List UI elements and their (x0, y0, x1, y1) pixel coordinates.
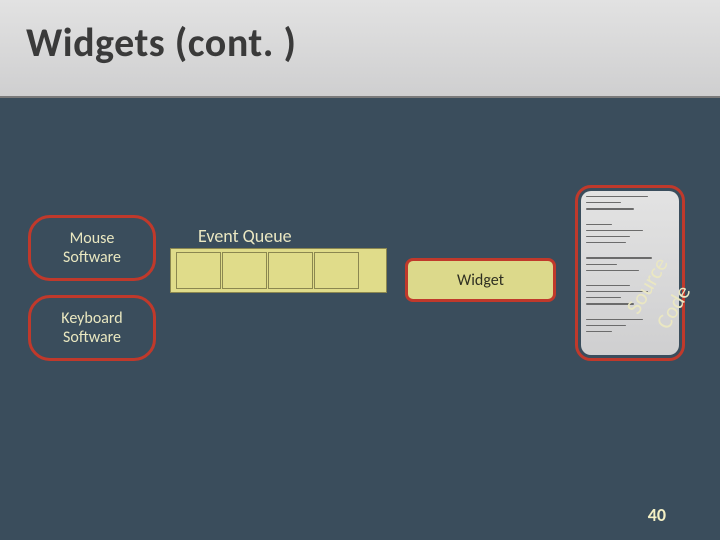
queue-cell (176, 252, 221, 289)
queue-cell (268, 252, 313, 289)
page-number: 40 (648, 504, 666, 526)
slide-root: Widgets (cont. ) Mouse Software Keyboard… (0, 0, 720, 540)
queue-cell (314, 252, 359, 289)
keyboard-software-box: Keyboard Software (28, 295, 156, 361)
mouse-software-box: Mouse Software (28, 215, 156, 281)
queue-cell (222, 252, 267, 289)
slide-title: Widgets (cont. ) (26, 18, 296, 67)
widget-box: Widget (405, 258, 556, 302)
event-queue-label: Event Queue (198, 225, 292, 247)
